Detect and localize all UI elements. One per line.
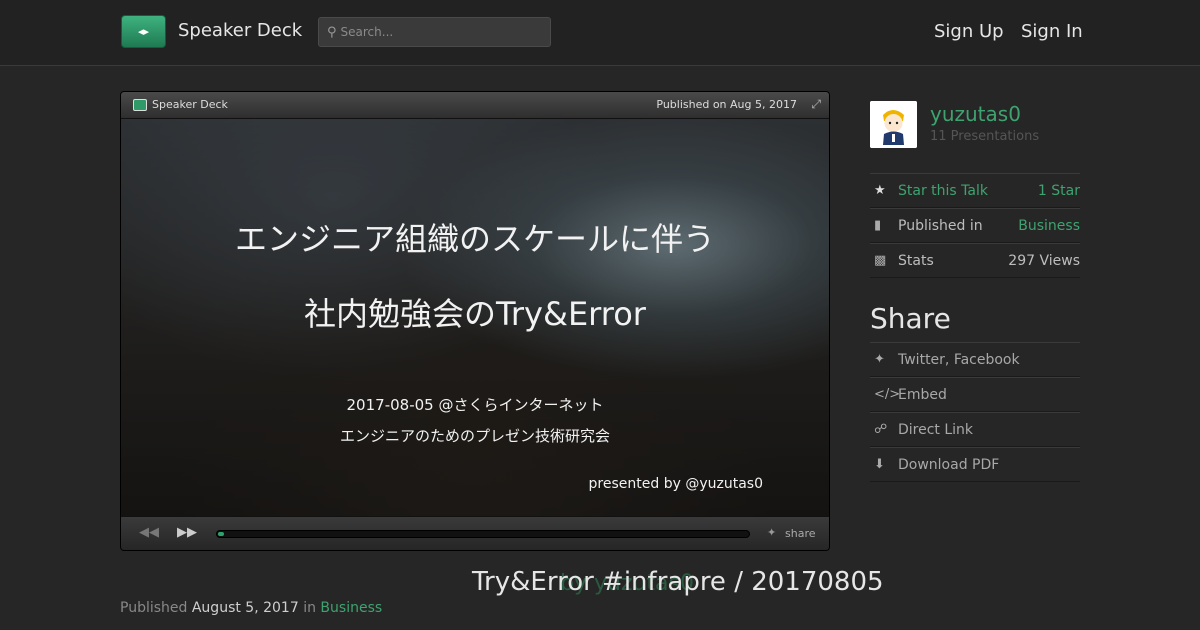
avatar-illustration — [870, 101, 917, 148]
star-count: 1 Star — [1037, 182, 1080, 199]
published-in-word: in — [303, 600, 316, 616]
published-in-label: Published in — [898, 217, 983, 234]
sign-in-link[interactable]: Sign In — [1021, 21, 1083, 42]
brand-name[interactable]: Speaker Deck — [178, 20, 302, 41]
fullscreen-icon[interactable]: ⤢ — [811, 97, 821, 112]
published-category-link[interactable]: Business — [320, 600, 382, 616]
link-icon: ☍ — [874, 422, 888, 437]
author-name-link[interactable]: yuzutas0 — [930, 102, 1021, 126]
player-top-bar: Speaker Deck Published on Aug 5, 2017 ⤢ — [121, 92, 829, 119]
twitter-bird-icon[interactable]: ✦ — [767, 526, 776, 539]
author-avatar[interactable] — [870, 101, 917, 148]
share-heading: Share — [870, 302, 951, 335]
share-twitter-label[interactable]: Twitter, Facebook — [898, 352, 1080, 368]
twitter-icon: ✦ — [874, 352, 885, 367]
star-talk-label[interactable]: Star this Talk — [898, 183, 1038, 199]
stats-label: Stats — [898, 252, 934, 269]
search-icon: ⚲ — [327, 24, 337, 40]
bookmark-icon: ▮ — [874, 218, 882, 233]
speaker-deck-logo[interactable]: ◂▸ — [121, 15, 166, 48]
slide-presenter: presented by @yuzutas0 — [588, 476, 763, 492]
next-slide-icon[interactable]: ▶▶ — [177, 525, 197, 540]
search-box[interactable]: ⚲ — [318, 17, 551, 47]
published-in-row: ▮ Published in Business — [870, 208, 1080, 243]
star-talk-row[interactable]: ★ Star this Talk 1 Star — [870, 173, 1080, 208]
slide-subtitle-line1: 2017-08-05 @さくらインターネット — [346, 396, 604, 414]
progress-fill — [218, 532, 224, 536]
share-direct-link-label[interactable]: Direct Link — [898, 422, 1080, 438]
published-line: Published August 5, 2017 in Business — [120, 600, 382, 616]
previous-slide-icon[interactable]: ◀◀ — [139, 525, 159, 540]
search-input[interactable] — [340, 25, 541, 39]
player-logo-icon[interactable] — [133, 99, 147, 111]
published-date: August 5, 2017 — [191, 600, 299, 616]
code-icon: </> — [874, 387, 901, 402]
published-prefix: Published — [120, 600, 188, 616]
share-embed[interactable]: </> Embed — [870, 377, 1080, 412]
player-brand[interactable]: Speaker Deck — [152, 98, 228, 111]
download-icon: ⬇ — [874, 457, 885, 472]
progress-bar[interactable] — [216, 530, 750, 538]
view-count: 297 Views — [1008, 252, 1080, 269]
bar-chart-icon: ▩ — [874, 253, 887, 268]
site-header: ◂▸ Speaker Deck ⚲ Sign Up Sign In — [0, 0, 1200, 66]
logo-arrows-icon: ◂▸ — [137, 25, 150, 38]
share-twitter-facebook[interactable]: ✦ Twitter, Facebook — [870, 342, 1080, 377]
share-direct-link[interactable]: ☍ Direct Link — [870, 412, 1080, 447]
share-download-label[interactable]: Download PDF — [898, 457, 1080, 473]
slide-title-line2: 社内勉強会のTry&Error — [304, 295, 646, 333]
slide-image[interactable]: エンジニア組織のスケールに伴う 社内勉強会のTry&Error 2017-08-… — [121, 119, 829, 516]
category-link[interactable]: Business — [1018, 218, 1080, 234]
player-controls: ◀◀ ▶▶ ✦ share — [121, 516, 829, 550]
slide-subtitle-line2: エンジニアのためのプレゼン技術研究会 — [339, 427, 610, 445]
stats-row: ▩ Stats 297 Views — [870, 243, 1080, 278]
author-presentation-count[interactable]: 11 Presentations — [930, 129, 1039, 144]
player-share-link[interactable]: share — [785, 527, 816, 540]
slide-player: Speaker Deck Published on Aug 5, 2017 ⤢ … — [120, 91, 830, 551]
star-icon: ★ — [874, 183, 886, 198]
share-download-pdf[interactable]: ⬇ Download PDF — [870, 447, 1080, 482]
sign-up-link[interactable]: Sign Up — [934, 21, 1004, 42]
player-published-date: Published on Aug 5, 2017 — [656, 98, 797, 111]
slide-title-line1: エンジニア組織のスケールに伴う — [234, 220, 715, 258]
talk-title: Try&Error #infrapre / 20170805 — [472, 567, 884, 597]
share-embed-label[interactable]: Embed — [898, 387, 1080, 403]
